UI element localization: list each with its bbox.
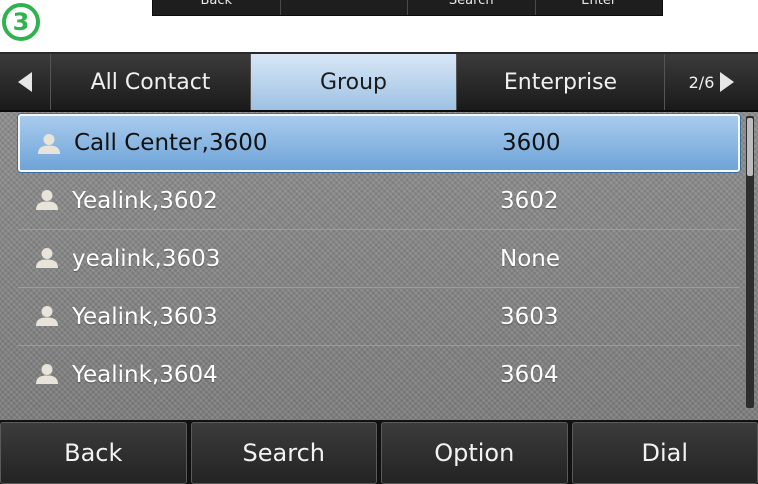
back-button[interactable]: Back bbox=[0, 422, 187, 484]
contact-number: 3600 bbox=[502, 130, 561, 156]
person-icon bbox=[34, 247, 60, 269]
top-softkey-enter: Enter bbox=[535, 0, 663, 15]
person-icon bbox=[34, 305, 60, 327]
contact-name: Yealink,3604 bbox=[72, 362, 218, 388]
contact-row[interactable]: Yealink,3603 3603 bbox=[18, 288, 740, 346]
contact-name: yealink,3603 bbox=[72, 246, 220, 272]
contact-name: Call Center,3600 bbox=[74, 130, 268, 156]
page-indicator: 2/6 bbox=[689, 73, 715, 92]
step-number-badge: 3 bbox=[2, 3, 40, 41]
contact-number: 3602 bbox=[500, 188, 559, 214]
phone-screen: All Contact Group Enterprise 2/6 Call Ce… bbox=[0, 52, 758, 484]
top-softkey-search: Search bbox=[407, 0, 535, 15]
person-icon bbox=[34, 363, 60, 385]
person-icon bbox=[34, 189, 60, 211]
triangle-right-icon bbox=[720, 72, 734, 92]
tab-bar: All Contact Group Enterprise 2/6 bbox=[0, 54, 758, 112]
dial-button[interactable]: Dial bbox=[572, 422, 758, 484]
contact-number: 3603 bbox=[500, 304, 559, 330]
person-icon bbox=[36, 133, 62, 155]
search-button[interactable]: Search bbox=[191, 422, 378, 484]
top-softkey-back: Back bbox=[153, 0, 280, 15]
contact-row[interactable]: Yealink,3602 3602 bbox=[18, 172, 740, 230]
list-scrollbar[interactable] bbox=[746, 116, 754, 408]
contact-row[interactable]: yealink,3603 None bbox=[18, 230, 740, 288]
contact-row[interactable]: Yealink,3604 3604 bbox=[18, 346, 740, 404]
contact-name: Yealink,3602 bbox=[72, 188, 218, 214]
tab-group[interactable]: Group bbox=[251, 54, 457, 110]
tab-prev-button[interactable] bbox=[0, 54, 51, 110]
softkey-bar: Back Search Option Dial bbox=[0, 420, 758, 484]
contact-list: Call Center,3600 3600 Yealink,3602 3602 … bbox=[18, 114, 740, 404]
contact-number: None bbox=[500, 246, 560, 272]
tab-enterprise[interactable]: Enterprise bbox=[457, 54, 665, 110]
contact-number: 3604 bbox=[500, 362, 559, 388]
contact-row[interactable]: Call Center,3600 3600 bbox=[18, 114, 740, 172]
top-softkey-empty bbox=[280, 0, 408, 15]
triangle-left-icon bbox=[18, 72, 32, 92]
tab-next-button[interactable]: 2/6 bbox=[665, 54, 758, 110]
scrollbar-thumb[interactable] bbox=[747, 118, 753, 176]
contact-name: Yealink,3603 bbox=[72, 304, 218, 330]
tab-all-contact[interactable]: All Contact bbox=[51, 54, 251, 110]
option-button[interactable]: Option bbox=[381, 422, 568, 484]
previous-screen-softkeys: Back Search Enter bbox=[152, 0, 663, 16]
